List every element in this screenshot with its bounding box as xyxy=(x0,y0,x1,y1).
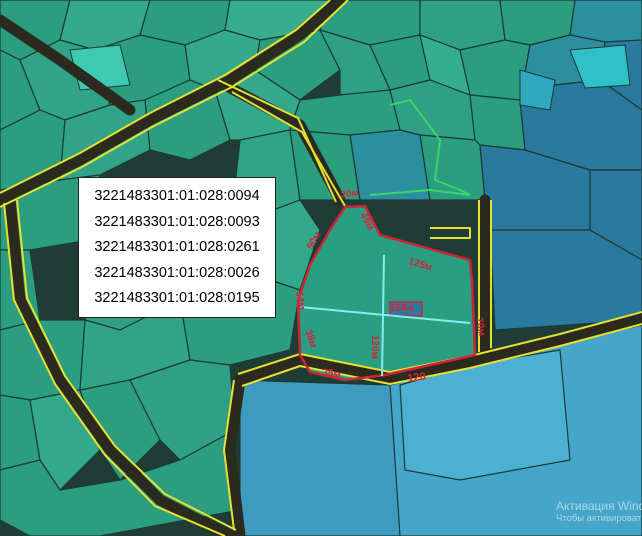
parcel-number: 3221483301:01:028:0261 xyxy=(94,239,260,256)
parcel-number: 3221483301:01:028:0195 xyxy=(94,290,260,307)
parcel-number: 3221483301:01:028:0093 xyxy=(94,213,260,230)
watermark-line-2: Чтобы активироват xyxy=(556,512,642,524)
watermark-line-1: Активация Wind xyxy=(556,499,642,513)
parcel-number: 3221483301:01:028:0026 xyxy=(94,264,260,281)
measure-bottom: 120 xyxy=(407,371,427,385)
activation-watermark: Активация Wind Чтобы активироват xyxy=(556,499,642,525)
parcel-numbers-box: 3221483301:01:028:0094 3221483301:01:028… xyxy=(78,177,276,318)
measure-center-horizontal: 168м xyxy=(390,303,414,314)
parcel-number: 3221483301:01:028:0094 xyxy=(94,188,260,205)
measure-center-vertical: 120м xyxy=(369,335,380,359)
